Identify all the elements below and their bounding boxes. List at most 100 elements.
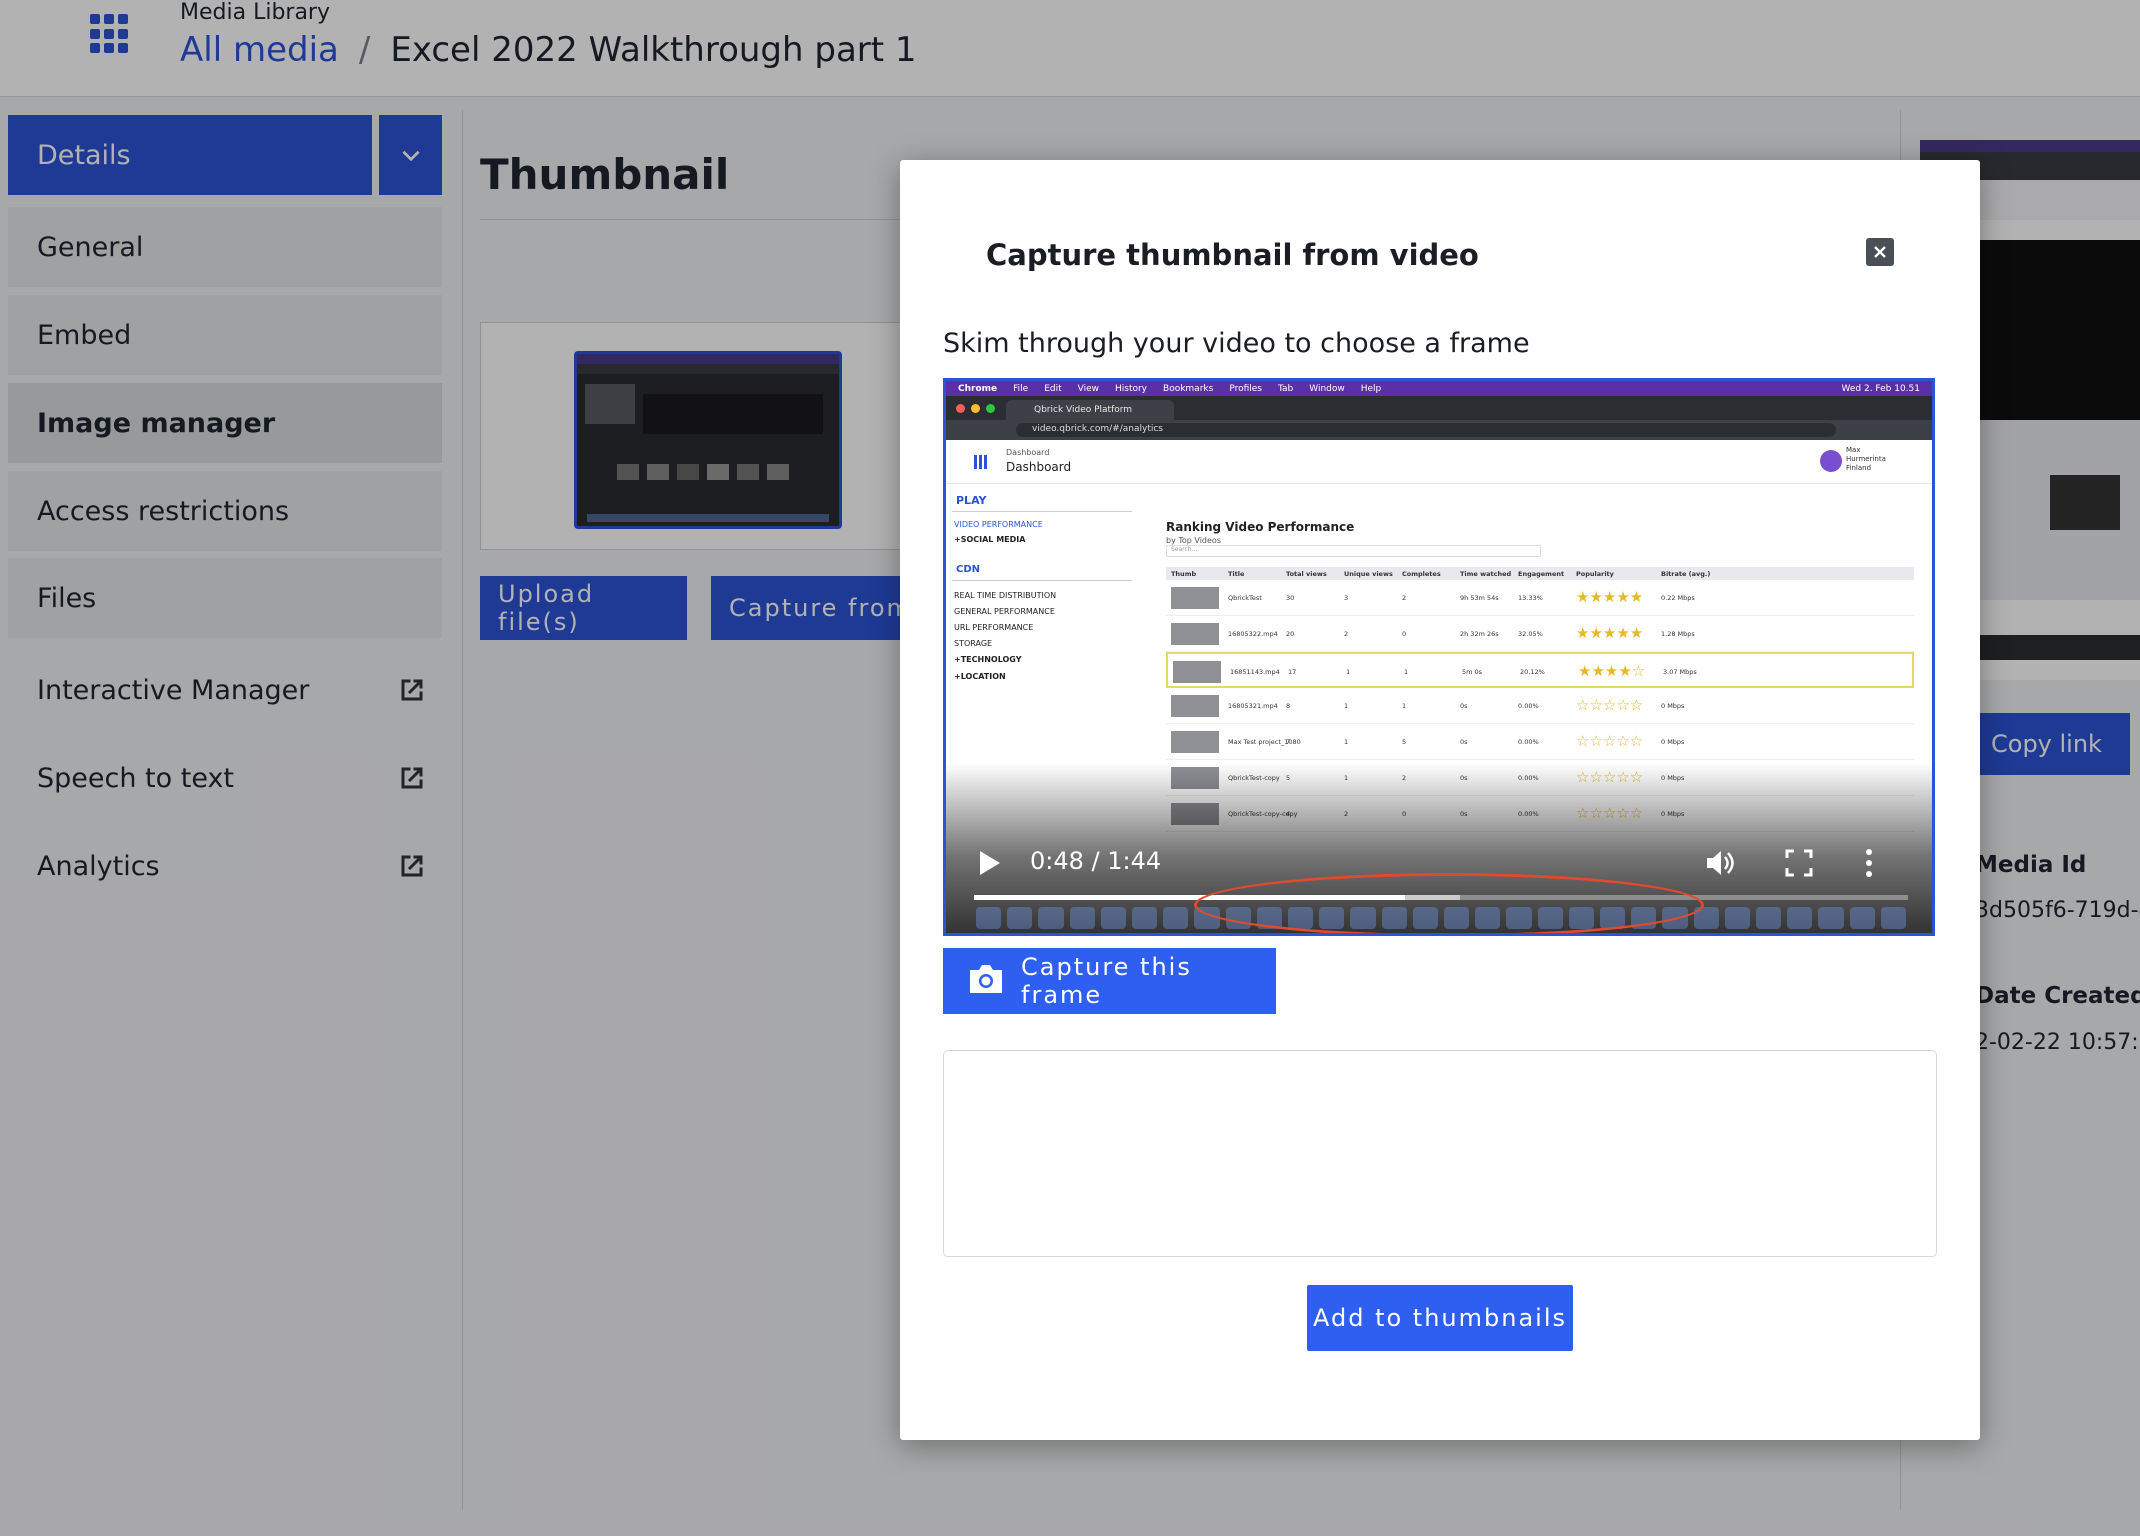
column-header: Time watched bbox=[1460, 570, 1512, 578]
table-header: Thumb Title Total views Unique views Com… bbox=[1166, 567, 1914, 580]
menu-item: Edit bbox=[1044, 383, 1062, 394]
column-header: Unique views bbox=[1344, 570, 1393, 578]
add-to-thumbnails-button[interactable]: Add to thumbnails bbox=[1307, 1285, 1573, 1351]
table-cell: 0 bbox=[1402, 630, 1407, 638]
capture-thumbnail-dialog: Capture thumbnail from video Skim throug… bbox=[900, 160, 1980, 1440]
nav-section: CDN bbox=[956, 564, 981, 575]
table-search: Search... bbox=[1166, 545, 1541, 557]
table-cell: 1 bbox=[1344, 702, 1349, 710]
video-time-display: 0:48 / 1:44 bbox=[1030, 847, 1162, 875]
play-icon[interactable] bbox=[976, 848, 1002, 878]
dialog-subtitle: Skim through your video to choose a fram… bbox=[943, 328, 1530, 359]
captured-frame-preview bbox=[943, 1050, 1937, 1257]
table-cell: 7 bbox=[1286, 738, 1291, 746]
table-row: 16851143.mp4 17 1 1 5m 0s 20.12% ★★★★☆ 3.07 Mbp… bbox=[1166, 652, 1914, 688]
nav-item: URL PERFORMANCE bbox=[954, 623, 1034, 632]
nav-item: +LOCATION bbox=[954, 672, 1006, 681]
table-cell: 30 bbox=[1286, 594, 1295, 602]
menu-item: View bbox=[1077, 383, 1099, 394]
dialog-title: Capture thumbnail from video bbox=[986, 238, 1479, 272]
table-row: Max Test project_1080 7 1 5 0s 0.00% ☆☆☆☆☆ 0 Mb… bbox=[1166, 724, 1914, 760]
row-thumbnail bbox=[1171, 623, 1219, 645]
table-cell: 3.07 Mbps bbox=[1663, 668, 1697, 676]
table-title: Ranking Video Performance bbox=[1166, 520, 1355, 534]
table-cell: 16805322.mp4 bbox=[1228, 630, 1278, 638]
table-cell: 16851143.mp4 bbox=[1230, 668, 1280, 676]
table-cell: 0 Mbps bbox=[1661, 738, 1685, 746]
nav-item: STORAGE bbox=[954, 639, 993, 648]
menu-item: History bbox=[1114, 383, 1148, 394]
nav-item: REAL TIME DISTRIBUTION bbox=[954, 591, 1057, 600]
table-cell: 20.12% bbox=[1520, 668, 1545, 676]
table-cell: 8 bbox=[1286, 702, 1291, 710]
column-header: Total views bbox=[1286, 570, 1327, 578]
table-cell: 5m 0s bbox=[1462, 668, 1483, 676]
table-cell: 1 bbox=[1346, 668, 1351, 676]
user-name: Max Hurmerinta Finland bbox=[1846, 446, 1886, 472]
video-player[interactable]: Chrome File Edit View History Bookmarks … bbox=[943, 378, 1935, 936]
menu-item: Window bbox=[1309, 383, 1345, 394]
column-header: Title bbox=[1228, 570, 1245, 578]
table-cell: 0 Mbps bbox=[1661, 702, 1685, 710]
avatar bbox=[1820, 450, 1842, 472]
dashboard-title: Dashboard bbox=[1006, 460, 1072, 474]
table-cell: 0.00% bbox=[1518, 702, 1539, 710]
volume-icon[interactable] bbox=[1703, 846, 1737, 880]
table-cell: 3 bbox=[1344, 594, 1349, 602]
browser-tab: Qbrick Video Platform bbox=[1006, 400, 1174, 420]
row-thumbnail bbox=[1171, 731, 1219, 753]
menu-item: Bookmarks bbox=[1163, 383, 1214, 394]
close-icon bbox=[1874, 246, 1886, 258]
table-cell: 0.00% bbox=[1518, 738, 1539, 746]
popularity-stars: ★★★★☆ bbox=[1578, 662, 1646, 680]
video-frame-menubar: Chrome File Edit View History Bookmarks … bbox=[946, 381, 1932, 396]
table-row: 16805321.mp4 8 1 1 0s 0.00% ☆☆☆☆☆ 0 Mbps bbox=[1166, 688, 1914, 724]
row-thumbnail bbox=[1171, 587, 1219, 609]
table-cell: 0s bbox=[1460, 702, 1468, 710]
table-row: 16805322.mp4 20 2 0 2h 32m 26s 32.05% ★★★★★ 1.2… bbox=[1166, 616, 1914, 652]
table-cell: 13.33% bbox=[1518, 594, 1543, 602]
row-thumbnail bbox=[1171, 695, 1219, 717]
nav-item: GENERAL PERFORMANCE bbox=[954, 607, 1055, 616]
table-cell: 0.22 Mbps bbox=[1661, 594, 1695, 602]
column-header: Engagement bbox=[1518, 570, 1565, 578]
menu-item: Tab bbox=[1278, 383, 1294, 394]
table-cell: 0s bbox=[1460, 738, 1468, 746]
row-thumbnail bbox=[1173, 661, 1221, 683]
table-cell: 2 bbox=[1402, 594, 1407, 602]
menu-item: Help bbox=[1360, 383, 1382, 394]
menu-item: Profiles bbox=[1229, 383, 1262, 394]
table-cell: 2h 32m 26s bbox=[1460, 630, 1499, 638]
annotation-highlight-ellipse bbox=[1194, 873, 1704, 933]
table-cell: 1 bbox=[1402, 702, 1407, 710]
table-cell: 1 bbox=[1344, 738, 1349, 746]
close-button[interactable] bbox=[1866, 238, 1894, 266]
nav-item: +TECHNOLOGY bbox=[954, 655, 1022, 664]
popularity-stars: ★★★★★ bbox=[1576, 588, 1644, 606]
nav-section: PLAY bbox=[956, 494, 987, 507]
more-options-icon[interactable] bbox=[1863, 848, 1875, 878]
capture-this-frame-button[interactable]: Capture this frame bbox=[943, 948, 1276, 1014]
column-header: Completes bbox=[1402, 570, 1441, 578]
column-header: Popularity bbox=[1576, 570, 1614, 578]
camera-icon bbox=[970, 965, 1002, 993]
video-frame-dashboard-header: Dashboard Dashboard Max Hurmerinta Finla… bbox=[946, 440, 1932, 484]
table-cell: 17 bbox=[1288, 668, 1297, 676]
table-cell: 16805321.mp4 bbox=[1228, 702, 1278, 710]
dashboard-breadcrumb: Dashboard bbox=[1006, 448, 1050, 457]
video-frame-tabbar: Qbrick Video Platform bbox=[946, 396, 1932, 420]
table-cell: 1 bbox=[1404, 668, 1409, 676]
menu-item: Chrome bbox=[958, 383, 998, 394]
browser-url: video.qbrick.com/#/analytics bbox=[1016, 423, 1836, 437]
table-cell: 32.05% bbox=[1518, 630, 1543, 638]
table-cell: 5 bbox=[1402, 738, 1407, 746]
fullscreen-icon[interactable] bbox=[1784, 848, 1814, 878]
table-cell: QbrickTest bbox=[1228, 594, 1262, 602]
nav-item: VIDEO PERFORMANCE bbox=[954, 520, 1043, 529]
table-row: QbrickTest 30 3 2 9h 53m 54s 13.33% ★★★★★ 0.22 … bbox=[1166, 580, 1914, 616]
popularity-stars: ★★★★★ bbox=[1576, 624, 1644, 642]
menu-clock: Wed 2. Feb 10.51 bbox=[1841, 383, 1921, 394]
table-cell: 2 bbox=[1344, 630, 1349, 638]
table-subtitle: by Top Videos bbox=[1166, 536, 1221, 545]
table-cell: 9h 53m 54s bbox=[1460, 594, 1499, 602]
